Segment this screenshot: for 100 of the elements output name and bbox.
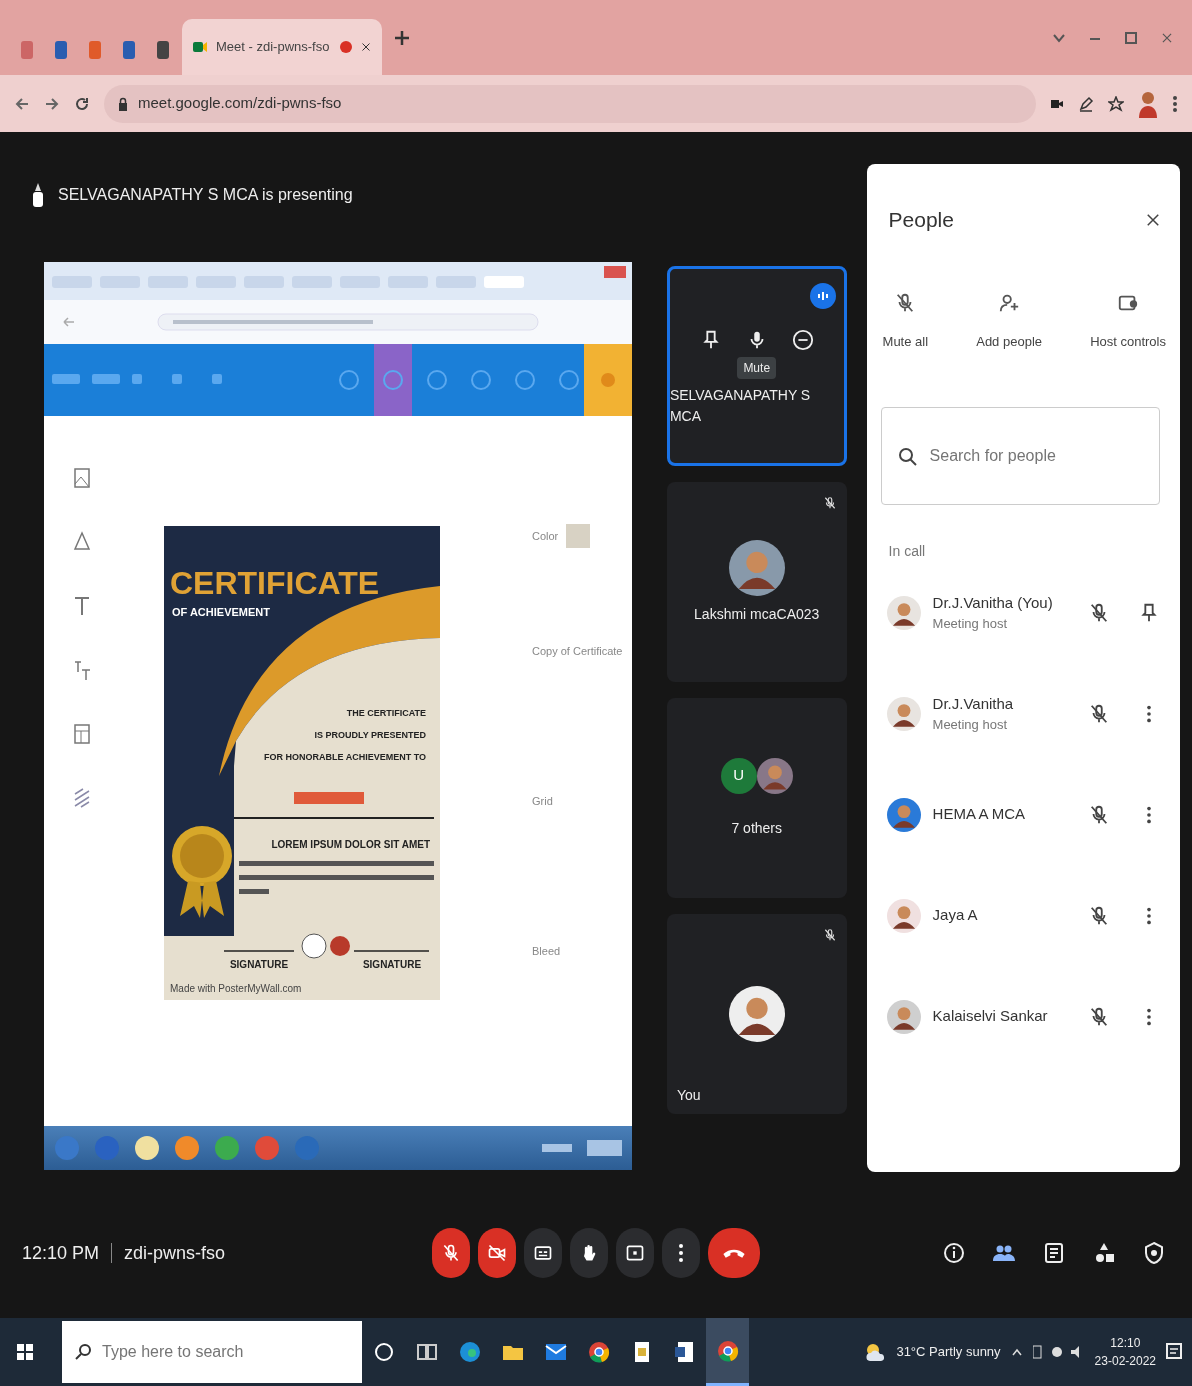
avatar-icon: [728, 986, 785, 1042]
avatar-icon: [728, 539, 785, 596]
edge-icon: [457, 1340, 482, 1364]
taskbar-app-icon[interactable]: [134, 1135, 160, 1161]
host-controls-icon: [1142, 1241, 1166, 1265]
new-tab-icon[interactable]: [394, 29, 410, 46]
participant-name: Dr.J.Vanitha (You): [932, 592, 1054, 613]
meeting-code: zdi-pwns-fso: [124, 1241, 226, 1265]
participant-name: You: [676, 1086, 701, 1105]
address-bar[interactable]: meet.google.com/zdi-pwns-fso: [104, 84, 1036, 123]
participant-row[interactable]: HEMA A MCA: [866, 764, 1180, 865]
weather-text: 31°C Partly sunny: [896, 1343, 1001, 1362]
action-button[interactable]: Mute all: [882, 291, 929, 351]
avatar-icon: [886, 898, 921, 933]
present-icon: [625, 1243, 645, 1263]
present-button[interactable]: [616, 1228, 654, 1278]
participant-row[interactable]: Dr.J.Vanitha (You) Meeting host: [866, 562, 1180, 663]
layout-icon[interactable]: [71, 722, 92, 746]
participant-row[interactable]: Kalaiselvi Sankar: [866, 966, 1180, 1067]
participant-tile[interactable]: You: [666, 914, 847, 1114]
notification-icon[interactable]: [1166, 1342, 1182, 1362]
certificate-title: CERTIFICATE: [170, 565, 380, 601]
participant-tile[interactable]: Lakshmi mcaCA023: [666, 482, 847, 682]
tooltip: Mute: [737, 357, 777, 379]
presenting-icon: [30, 182, 46, 208]
color-swatch[interactable]: [566, 524, 591, 548]
participant-row[interactable]: Dr.J.Vanitha Meeting host: [866, 663, 1180, 764]
search-icon: [896, 446, 917, 466]
forward-icon[interactable]: [44, 95, 60, 112]
microphone-button[interactable]: [432, 1228, 470, 1278]
participant-role: Meeting host: [932, 716, 1008, 734]
info-icon: [942, 1241, 966, 1265]
presentation-line: THE CERTIFICATE: [346, 708, 426, 718]
participant-name: Kalaiselvi Sankar: [932, 1006, 1049, 1027]
camera-off-icon: [487, 1243, 507, 1263]
chat-icon: [1042, 1241, 1066, 1265]
avatar-icon: [756, 757, 793, 794]
captions-button[interactable]: [524, 1228, 562, 1278]
profile-avatar-icon[interactable]: [1138, 89, 1158, 118]
favicon-icon: [155, 40, 171, 60]
star-icon[interactable]: [1108, 95, 1124, 112]
reload-icon[interactable]: [74, 95, 90, 112]
sound-icon: [816, 290, 829, 302]
action-button[interactable]: Add people: [976, 291, 1042, 351]
captions-icon: [533, 1243, 553, 1263]
participant-name: SELVAGANAPATHY S MCA: [669, 386, 812, 426]
weather-icon: [864, 1341, 887, 1363]
mic-off-icon[interactable]: [1088, 904, 1110, 927]
menu-icon[interactable]: [1172, 94, 1178, 113]
participant-role: Meeting host: [932, 615, 1008, 633]
pen-icon[interactable]: [1078, 95, 1094, 112]
mic-off-icon[interactable]: [1088, 1005, 1110, 1028]
participant-tile[interactable]: U 7 others: [666, 698, 847, 898]
avatar-icon: [886, 999, 921, 1034]
close-icon[interactable]: [360, 41, 372, 53]
avatar-icon: [886, 797, 921, 832]
remove-icon[interactable]: [791, 329, 814, 351]
favicon-icon: [19, 40, 35, 60]
action-button[interactable]: Host controls: [1090, 291, 1166, 351]
credit-text: Made with PosterMyWall.com: [170, 983, 302, 994]
mic-off-icon[interactable]: [1088, 601, 1110, 624]
maximize-icon[interactable]: [1124, 30, 1138, 45]
favicon-icon: [87, 40, 103, 60]
clock-time: 12:10: [1110, 1335, 1141, 1352]
lock-icon: [118, 96, 128, 111]
back-icon[interactable]: [14, 95, 30, 112]
start-icon[interactable]: [16, 1343, 34, 1361]
participant-row[interactable]: Jaya A: [866, 865, 1180, 966]
presentation-line: FOR HONORABLE ACHIEVEMENT TO: [264, 752, 426, 762]
favicon-icon: [121, 40, 137, 60]
mic-off-icon: [441, 1243, 461, 1263]
image-icon[interactable]: [71, 466, 92, 490]
section-label: In call: [887, 542, 927, 561]
presenting-label: SELVAGANAPATHY S MCA is presenting: [58, 185, 353, 205]
chrome-icon: [715, 1338, 740, 1363]
mic-off-icon[interactable]: [1088, 702, 1110, 725]
property-label: Color: [532, 528, 559, 544]
more-options-button[interactable]: [662, 1228, 700, 1278]
participant-name: Dr.J.Vanitha: [932, 693, 1015, 714]
avatar-initial: U: [720, 757, 757, 794]
raise-hand-button[interactable]: [570, 1228, 608, 1278]
camera-button[interactable]: [478, 1228, 516, 1278]
meet-icon: [192, 39, 208, 55]
more-icon: [678, 1243, 684, 1263]
mic-off-icon[interactable]: [1088, 803, 1110, 826]
browser-tab[interactable]: Meet - zdi-pwns-fso: [182, 19, 382, 75]
participant-name: 7 others: [731, 818, 782, 838]
property-label: Bleed: [532, 943, 561, 959]
favicon-icon: [53, 40, 69, 60]
avatar-icon: [886, 696, 921, 731]
meeting-time: 12:10 PM: [22, 1241, 100, 1265]
search-field[interactable]: Type here to search: [62, 1321, 362, 1383]
signature-label: SIGNATURE: [229, 959, 289, 970]
search-field[interactable]: Search for people: [880, 407, 1160, 505]
chrome-icon: [586, 1340, 611, 1364]
participant-tile[interactable]: Mute SELVAGANAPATHY S MCA: [666, 266, 847, 466]
chevron-up-icon[interactable]: [1010, 1346, 1023, 1358]
leave-call-button[interactable]: [708, 1228, 760, 1278]
participant-name: Jaya A: [932, 905, 979, 926]
clock-date: 23-02-2022: [1094, 1353, 1156, 1370]
